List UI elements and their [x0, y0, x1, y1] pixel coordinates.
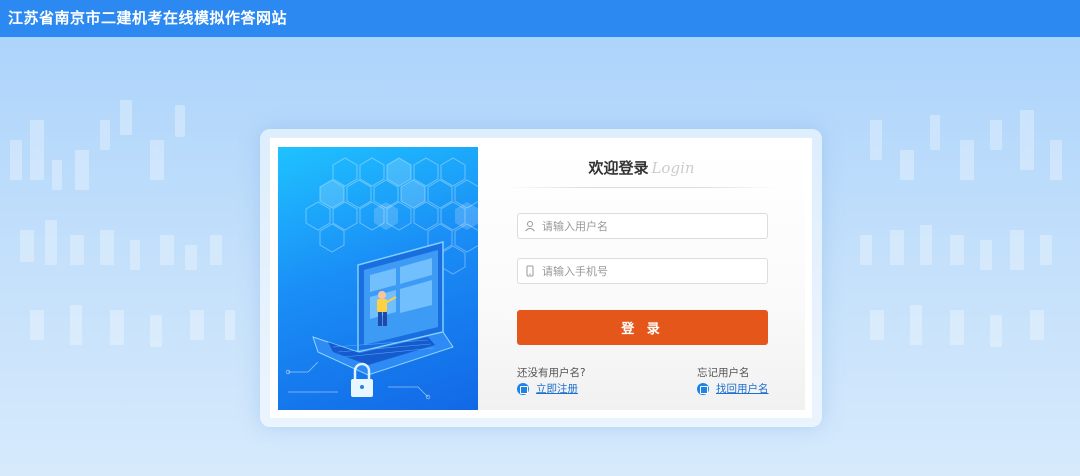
forgot-block: 忘记用户名 找回用户名	[697, 366, 769, 396]
forgot-row: 找回用户名	[697, 381, 769, 396]
background-decoration-left	[0, 60, 250, 460]
title-divider	[508, 187, 778, 188]
phone-icon	[526, 265, 534, 277]
login-form-panel: 欢迎登录Login 登 录 还没有用户名? 立即注册 忘记用户名 找回用户名	[478, 147, 805, 410]
register-link[interactable]: 立即注册	[536, 381, 578, 396]
forgot-question: 忘记用户名	[697, 367, 750, 379]
phone-input[interactable]	[542, 264, 762, 278]
register-block: 还没有用户名? 立即注册	[517, 366, 586, 396]
register-row: 立即注册	[517, 381, 586, 396]
login-button[interactable]: 登 录	[517, 310, 768, 345]
login-title-cn: 欢迎登录	[588, 159, 649, 177]
site-header: 江苏省南京市二建机考在线模拟作答网站	[0, 0, 1080, 37]
phone-field[interactable]	[517, 258, 768, 284]
background-decoration-right	[830, 60, 1080, 460]
register-icon	[517, 382, 529, 395]
retrieve-username-link[interactable]: 找回用户名	[716, 381, 769, 396]
site-title: 江苏省南京市二建机考在线模拟作答网站	[8, 9, 288, 27]
illustration-graphic	[285, 157, 478, 400]
login-title: 欢迎登录 Login	[478, 157, 805, 178]
login-title-en: Login	[651, 159, 695, 177]
username-input[interactable]	[542, 219, 762, 233]
laptop-illustration	[278, 147, 478, 410]
user-icon	[525, 221, 535, 232]
retrieve-icon	[697, 382, 709, 395]
username-field[interactable]	[517, 213, 768, 239]
register-question: 还没有用户名?	[517, 367, 586, 379]
